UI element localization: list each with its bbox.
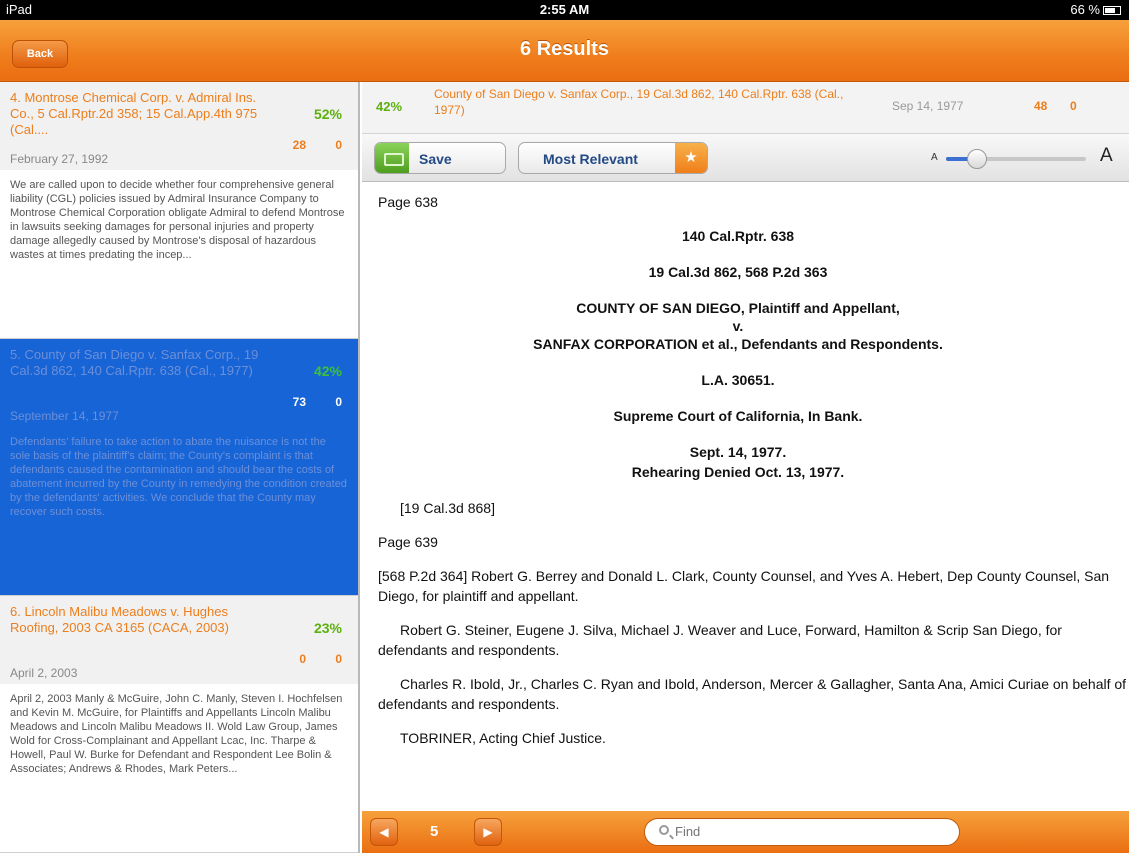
secondary-count: 0 [335,138,342,152]
previous-arrow-icon[interactable]: ◀ [370,818,398,846]
sort-label: Most Relevant [543,151,638,167]
save-label: Save [419,151,452,167]
citation-count: 48 [1034,99,1048,113]
rehearing-date: Rehearing Denied Oct. 13, 1977. [631,464,845,480]
page-marker: Page 639 [378,534,438,550]
result-header[interactable]: 4. Montrose Chemical Corp. v. Admiral In… [0,82,358,170]
result-item-selected[interactable]: 5. County of San Diego v. Sanfax Corp., … [0,339,358,596]
secondary-count: 0 [335,652,342,666]
page-marker: Page 638 [378,194,438,210]
status-bar: iPad 2:55 AM 66 % [0,0,1129,20]
slider-thumb[interactable] [966,149,987,169]
result-title: 4. Montrose Chemical Corp. v. Admiral In… [10,90,258,137]
result-header[interactable]: 6. Lincoln Malibu Meadows v. Hughes Roof… [0,596,358,684]
secondary-count: 0 [335,395,342,409]
battery-indicator: 66 % [1070,2,1121,17]
relevance-percent: 23% [313,620,342,636]
result-date: February 27, 1992 [10,152,109,166]
decision-date: Sept. 14, 1977. [689,444,787,460]
citation-count: 0 [299,652,306,666]
result-item[interactable]: 6. Lincoln Malibu Meadows v. Hughes Roof… [0,596,358,853]
counsel-paragraph: Charles R. Ibold, Jr., Charles C. Ryan a… [378,676,1127,712]
search-icon [659,825,669,835]
results-list[interactable]: 4. Montrose Chemical Corp. v. Admiral In… [0,82,360,853]
page-title: 6 Results [520,38,609,60]
citation-count: 73 [292,395,306,409]
page-number: 5 [430,823,439,840]
case-date: Sep 14, 1977 [892,99,964,113]
result-title: 5. County of San Diego v. Sanfax Corp., … [10,347,259,378]
battery-percent: 66 % [1070,2,1100,17]
result-title: 6. Lincoln Malibu Meadows v. Hughes Roof… [10,604,229,635]
relevance-percent: 42% [313,363,342,379]
judge-line: TOBRINER, Acting Chief Justice. [400,730,606,746]
versus: v. [732,318,744,334]
docket-number: L.A. 30651. [701,372,775,388]
current-case-header: 42% County of San Diego v. Sanfax Corp.,… [362,82,1129,134]
counsel-paragraph: Robert G. Steiner, Eugene J. Silva, Mich… [378,622,1062,658]
find-input[interactable] [675,824,945,839]
clock: 2:55 AM [539,2,590,17]
court-name: Supreme Court of California, In Bank. [613,408,863,424]
font-size-small-label: A [931,152,938,163]
counsel-paragraph: [568 P.2d 364] Robert G. Berrey and Dona… [378,568,1110,604]
result-date: April 2, 2003 [10,666,78,680]
battery-icon [1103,6,1121,16]
result-date: September 14, 1977 [10,409,119,423]
sort-button[interactable]: Most Relevant ★ [518,142,708,174]
next-arrow-icon[interactable]: ▶ [474,818,502,846]
navigation-bar: Back 6 Results [0,20,1129,82]
page-reference: [19 Cal.3d 868] [400,500,495,516]
result-snippet: April 2, 2003 Manly & McGuire, John C. M… [0,684,358,852]
find-field[interactable] [644,818,960,846]
result-item[interactable]: 4. Montrose Chemical Corp. v. Admiral In… [0,82,358,339]
document-text: Page 638 140 Cal.Rptr. 638 19 Cal.3d 862… [362,182,1129,812]
result-snippet: We are called upon to decide whether fou… [0,170,358,338]
folder-icon [375,143,409,173]
citation-count: 28 [292,138,306,152]
font-size-slider[interactable] [946,149,1086,169]
relevance-percent: 42% [376,99,403,114]
result-header[interactable]: 5. County of San Diego v. Sanfax Corp., … [0,339,358,427]
save-button[interactable]: Save [374,142,506,174]
result-snippet: Defendants' failure to take action to ab… [0,427,358,595]
party-defendant: SANFAX CORPORATION et al., Defendants an… [533,336,943,352]
secondary-count: 0 [1070,99,1077,113]
citation-line: 140 Cal.Rptr. 638 [681,228,795,244]
document-toolbar: Save Most Relevant ★ A A [362,134,1129,182]
relevance-percent: 52% [313,106,342,122]
document-pane: 42% County of San Diego v. Sanfax Corp.,… [362,82,1129,853]
case-title-link[interactable]: County of San Diego v. Sanfax Corp., 19 … [434,86,854,118]
bottom-bar: ◀ 5 ▶ [362,811,1129,853]
citation-line: 19 Cal.3d 862, 568 P.2d 363 [648,264,828,280]
star-icon[interactable]: ★ [675,143,707,173]
font-size-large-label: A [1100,145,1113,166]
party-plaintiff: COUNTY OF SAN DIEGO, Plaintiff and Appel… [576,300,900,316]
